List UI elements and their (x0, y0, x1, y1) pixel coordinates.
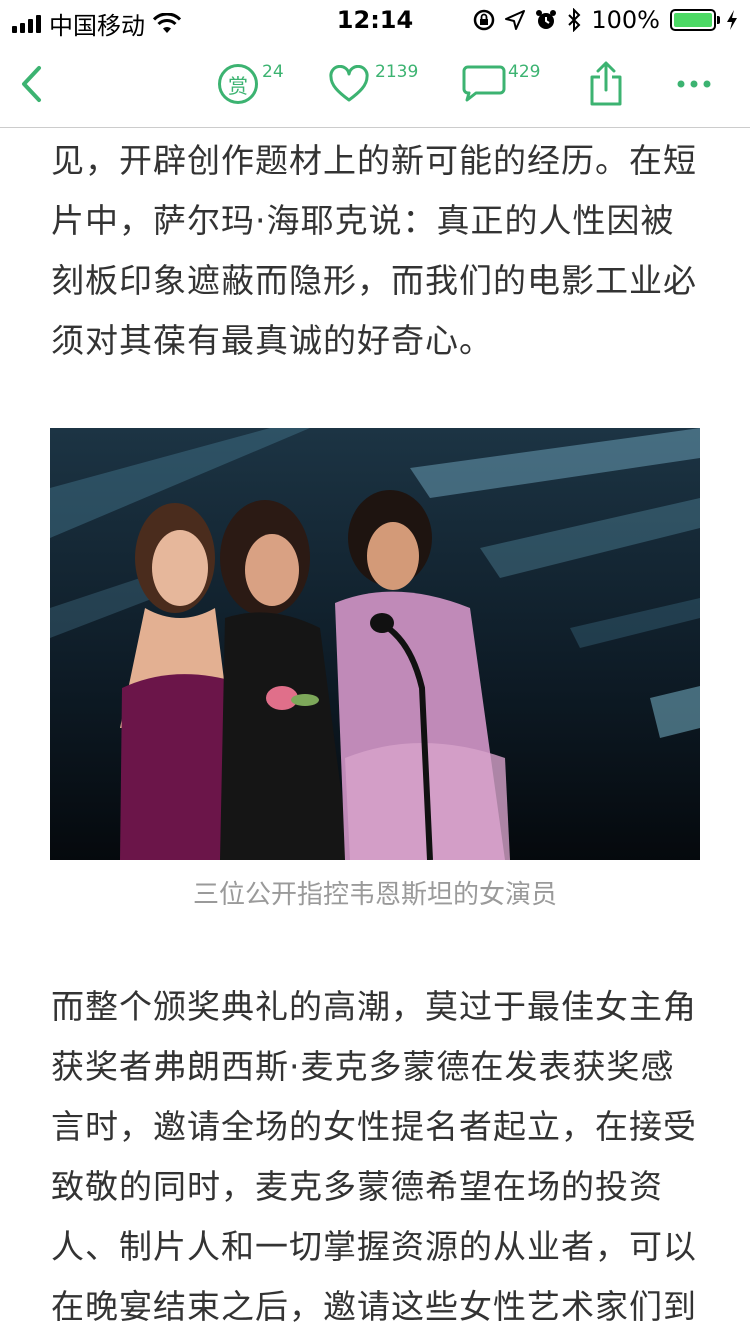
back-button[interactable] (20, 40, 60, 128)
comment-icon (462, 65, 506, 102)
image-caption: 三位公开指控韦恩斯坦的女演员 (192, 880, 557, 910)
more-icon (677, 80, 711, 88)
lock-rotation-icon (474, 9, 495, 31)
article-paragraph: 而整个颁奖典礼的高潮，莫过于最佳女主角获奖者弗朗西斯·麦克多蒙德在发表获奖感言时… (51, 987, 697, 1326)
more-button[interactable] (676, 40, 712, 128)
share-icon (590, 61, 622, 106)
article-toolbar: 赏 24 2139 429 (0, 40, 750, 128)
alarm-icon (536, 10, 557, 29)
status-right: 100% (473, 6, 738, 34)
heart-icon (329, 65, 369, 102)
battery-icon (670, 9, 720, 31)
battery-percentage: 100% (591, 6, 660, 34)
status-bar: 中国移动 12:14 100% (0, 0, 750, 40)
back-icon (22, 66, 41, 102)
like-count: 2139 (375, 62, 419, 82)
bluetooth-icon (568, 8, 581, 32)
comment-count: 429 (508, 62, 541, 82)
location-icon (505, 10, 526, 30)
reward-button[interactable]: 赏 (218, 40, 258, 128)
reward-count: 24 (262, 62, 284, 82)
battery-fill (674, 13, 712, 27)
like-button[interactable] (328, 40, 370, 128)
share-button[interactable] (588, 40, 624, 128)
article-photo[interactable] (50, 428, 700, 860)
reward-icon: 赏 (218, 64, 258, 104)
charging-icon (727, 10, 737, 30)
comment-button[interactable] (462, 40, 506, 128)
article-paragraph: 见，开辟创作题材上的新可能的经历。在短片中，萨尔玛·海耶克说：真正的人性因被刻板… (51, 141, 697, 360)
photo-three-actresses (50, 428, 700, 860)
